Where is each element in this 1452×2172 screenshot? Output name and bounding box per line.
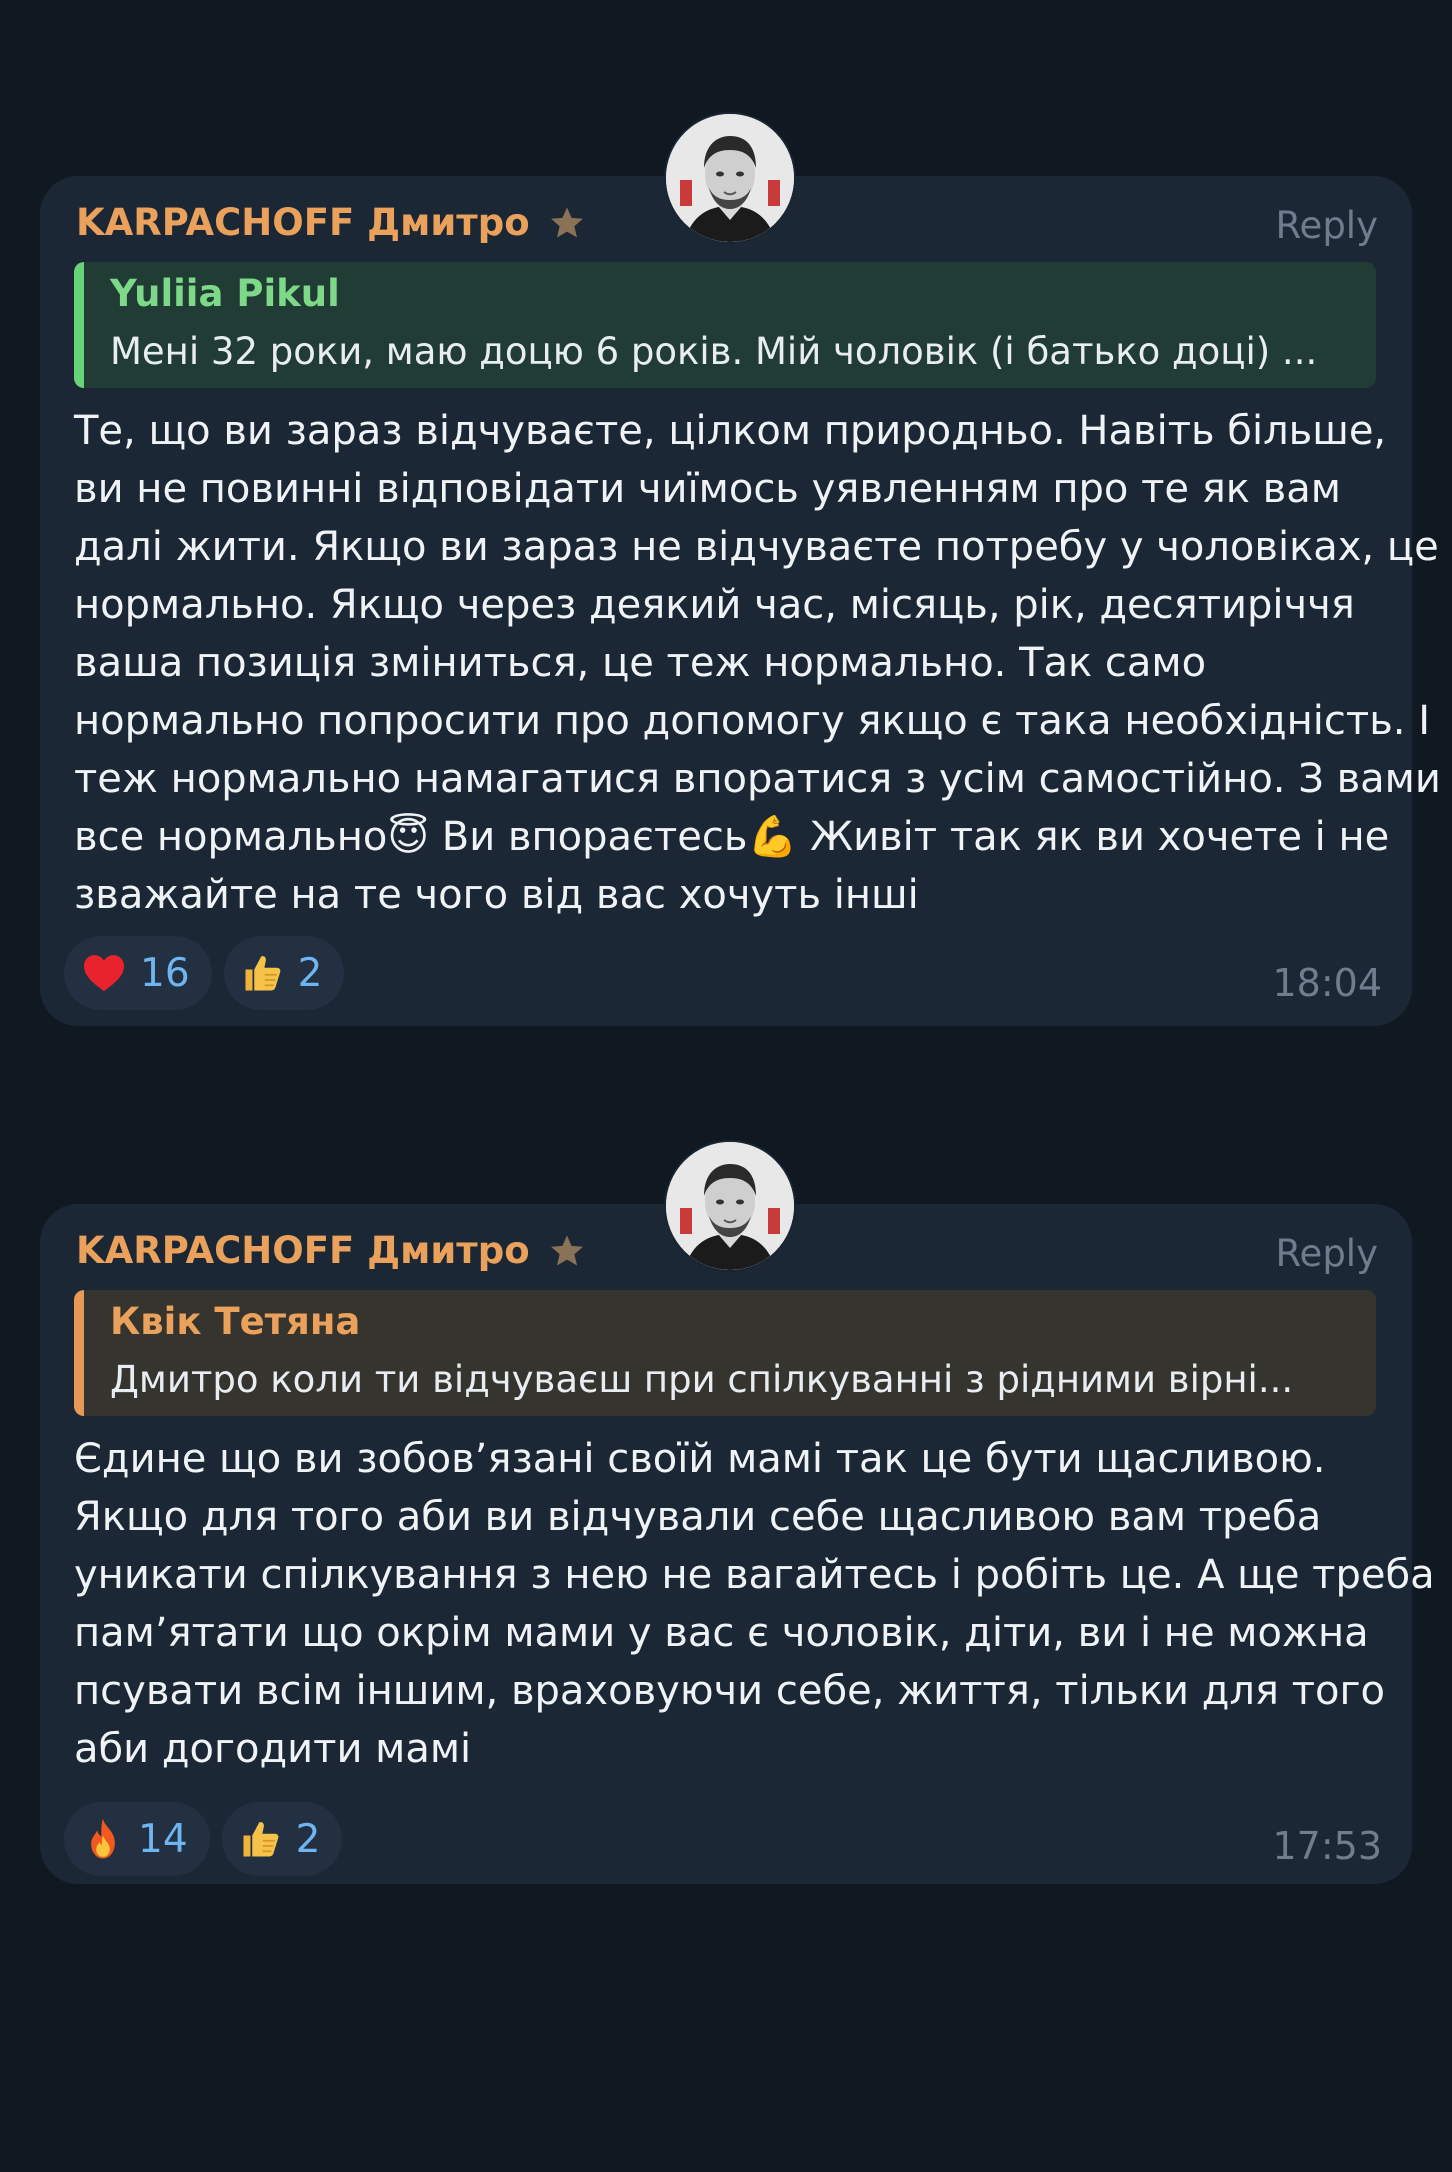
message-text: Єдине що ви зобов’язані своїй мамі так ц… <box>74 1430 1435 1778</box>
star-icon <box>548 1233 586 1269</box>
reactions: 14 2 <box>64 1802 343 1876</box>
message-line: далі жити. Якщо ви зараз не відчуваєте п… <box>74 524 1439 570</box>
reply-quote[interactable]: Yuliia Pikul Мені 32 роки, маю доцю 6 ро… <box>74 262 1376 388</box>
message-text: Те, що ви зараз відчуваєте, цілком приро… <box>74 402 1441 924</box>
message-line: ви не повинні відповідати чиїмось уявлен… <box>74 466 1341 512</box>
thumbs-up-icon <box>242 952 284 994</box>
quote-author: Квік Тетяна <box>110 1300 361 1343</box>
message-line: все нормально😇 Ви впораєтесь💪 Живіт так … <box>74 814 1390 860</box>
reaction-count: 14 <box>138 1816 188 1862</box>
heart-icon <box>82 953 126 993</box>
message-bubble: KARPACHOFF Дмитро Reply Yuliia Pikul Мен… <box>40 176 1441 1026</box>
message-bubble: KARPACHOFF Дмитро Reply Квік Тетяна Дмит… <box>40 1204 1435 1884</box>
author-name[interactable]: KARPACHOFF Дмитро <box>76 201 530 244</box>
avatar[interactable] <box>664 112 796 244</box>
reaction-fire[interactable]: 14 <box>64 1802 210 1876</box>
thumbs-up-icon <box>240 1818 282 1860</box>
message-line: аби догодити мамі <box>74 1726 472 1772</box>
star-icon <box>548 205 586 241</box>
reaction-count: 2 <box>295 1816 321 1862</box>
message-line: псувати всім іншим, враховуючи себе, жит… <box>74 1668 1385 1714</box>
message-line: пам’ятати що окрім мами у вас є чоловік,… <box>74 1610 1369 1656</box>
timestamp: 17:53 <box>1272 1824 1382 1868</box>
quote-text: Мені 32 роки, маю доцю 6 років. Мій чоло… <box>110 330 1318 373</box>
fire-icon <box>82 1817 124 1861</box>
message-line: Те, що ви зараз відчуваєте, цілком приро… <box>74 408 1387 454</box>
reply-quote[interactable]: Квік Тетяна Дмитро коли ти відчуваєш при… <box>74 1290 1376 1416</box>
reaction-count: 2 <box>297 950 323 996</box>
quote-bar <box>74 1290 84 1416</box>
quote-author: Yuliia Pikul <box>110 272 340 315</box>
reply-button[interactable]: Reply <box>1276 204 1378 247</box>
message-line: нормально попросити про допомогу якщо є … <box>74 698 1431 744</box>
message-line: уникати спілкування з нею не вагайтесь і… <box>74 1552 1435 1598</box>
reaction-thumbs-up[interactable]: 2 <box>221 1802 343 1876</box>
author-name[interactable]: KARPACHOFF Дмитро <box>76 1229 530 1272</box>
reaction-heart[interactable]: 16 <box>64 936 212 1010</box>
timestamp: 18:04 <box>1272 961 1382 1005</box>
message-line: Єдине що ви зобов’язані своїй мамі так ц… <box>74 1436 1326 1482</box>
reaction-count: 16 <box>140 950 190 996</box>
avatar[interactable] <box>664 1140 796 1272</box>
reactions: 16 2 <box>64 936 345 1010</box>
message-line: Якщо для того аби ви відчували себе щасл… <box>74 1494 1322 1540</box>
message-line: нормально. Якщо через деякий час, місяць… <box>74 582 1355 628</box>
reply-button[interactable]: Reply <box>1276 1232 1378 1275</box>
author-row: KARPACHOFF Дмитро <box>76 1229 586 1272</box>
message-line: ваша позиція зміниться, це теж нормально… <box>74 640 1207 686</box>
author-row: KARPACHOFF Дмитро <box>76 201 586 244</box>
quote-text: Дмитро коли ти відчуваєш при спілкуванні… <box>110 1358 1294 1401</box>
reaction-thumbs-up[interactable]: 2 <box>223 936 345 1010</box>
message-line: зважайте на те чого від вас хочуть інші <box>74 872 919 918</box>
quote-bar <box>74 262 84 388</box>
message-line: теж нормально намагатися впоратися з усі… <box>74 756 1441 802</box>
